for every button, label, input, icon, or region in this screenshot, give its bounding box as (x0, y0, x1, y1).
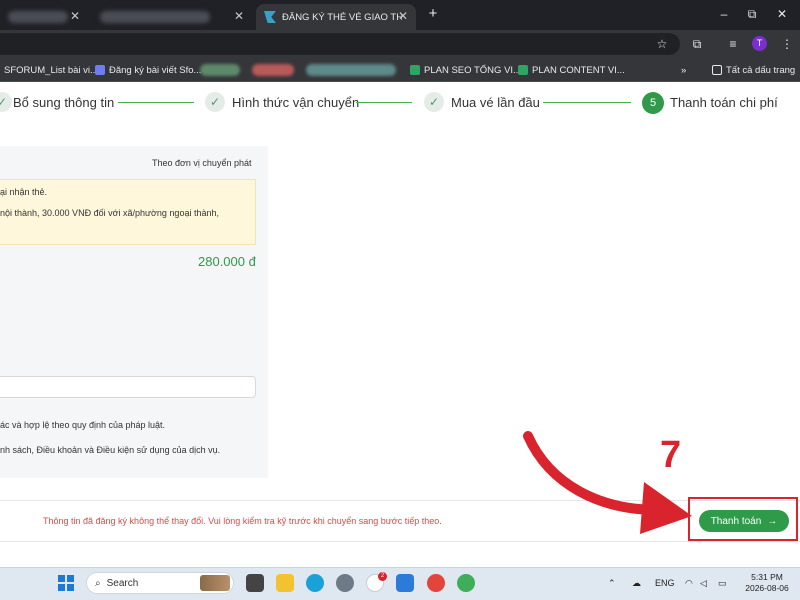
browser-tab-blurred[interactable]: ✕ (92, 4, 252, 30)
notice-line: ại nhận thẻ. (0, 187, 48, 197)
all-bookmarks-folder[interactable]: Tất cả dấu trang (712, 63, 795, 77)
blurred-bookmark[interactable] (200, 64, 240, 76)
restore-icon[interactable]: ⧉ (744, 6, 760, 22)
annotation-step-number: 7 (660, 434, 682, 476)
total-amount: 280.000 đ (198, 254, 256, 269)
close-window-icon[interactable]: ✕ (774, 6, 790, 22)
profile-avatar[interactable]: T (752, 36, 767, 51)
step-check-icon: ✓ (424, 92, 444, 112)
extensions-icon[interactable]: ⧉ (688, 35, 706, 53)
step-label-active: Thanh toán chi phí (670, 95, 778, 110)
address-bar[interactable] (0, 33, 680, 55)
blurred-bookmark[interactable] (252, 64, 294, 76)
search-highlight-image (200, 575, 230, 591)
chrome-icon[interactable] (427, 574, 445, 592)
legal-consent-text: ác và hợp lệ theo quy định của pháp luật… (0, 420, 166, 430)
blurred-tab-title (100, 11, 210, 23)
volume-icon[interactable]: ◁ (700, 578, 707, 589)
windows-start-icon[interactable] (58, 575, 74, 591)
browser-tab-blurred[interactable]: ✕ (0, 4, 88, 30)
chat-notification-badge: 2 (378, 572, 387, 581)
chrome-profile-icon[interactable] (457, 574, 475, 592)
bookmark-item[interactable]: PLAN SEO TỔNG VI... (410, 63, 521, 77)
bookmark-label: SFORUM_List bài vi... (4, 64, 98, 76)
browser-tab-strip: ✕ ✕ ĐĂNG KÝ THẺ VÉ GIAO THÔNG ✕ + – ⧉ ✕ (0, 0, 800, 30)
tab-close-icon[interactable]: ✕ (232, 9, 246, 23)
blurred-bookmark[interactable] (306, 64, 396, 76)
onedrive-icon[interactable]: ☁ (632, 578, 641, 589)
tab-close-icon[interactable]: ✕ (68, 9, 82, 23)
tray-overflow-icon[interactable]: ⌃ (608, 578, 616, 589)
step-connector (118, 102, 194, 103)
site-favicon-icon (264, 11, 276, 23)
sheets-icon (410, 65, 420, 75)
bookmarks-bar: SFORUM_List bài vi... Đăng ký bài viết S… (0, 58, 800, 82)
bookmarks-overflow-icon[interactable]: » (681, 63, 686, 77)
screen: ✕ ✕ ĐĂNG KÝ THẺ VÉ GIAO THÔNG ✕ + – ⧉ ✕ … (0, 0, 800, 600)
edge-browser-icon[interactable] (306, 574, 324, 592)
confirmation-warning: Thông tin đã đăng ký không thể thay đổi.… (43, 516, 442, 526)
notice-line: nội thành, 30.000 VNĐ đối với xã/phường … (0, 208, 219, 218)
active-tab-title: ĐĂNG KÝ THẺ VÉ GIAO THÔNG (282, 11, 402, 23)
bookmark-star-icon[interactable]: ☆ (653, 35, 671, 53)
language-indicator[interactable]: ENG (655, 578, 675, 588)
task-view-icon[interactable] (246, 574, 264, 592)
all-bookmarks-label: Tất cả dấu trang (726, 64, 796, 76)
search-placeholder: Search (106, 577, 139, 589)
bookmark-item[interactable]: PLAN CONTENT VI... (518, 63, 625, 77)
bookmark-item[interactable]: Đăng ký bài viết Sfo... (95, 63, 201, 77)
clock-date: 2026-08-06 (745, 583, 789, 593)
clock-time: 5:31 PM (751, 572, 783, 582)
step-label: Bổ sung thông tin (13, 95, 115, 110)
bookmark-label: Đăng ký bài viết Sfo... (109, 64, 202, 76)
chrome-menu-icon[interactable]: ⋮ (778, 35, 796, 53)
step-check-icon: ✓ (205, 92, 225, 112)
bookmark-label: PLAN SEO TỔNG VI... (424, 64, 521, 76)
sheets-icon (518, 65, 528, 75)
bookmark-item[interactable]: SFORUM_List bài vi... (4, 63, 98, 77)
shipping-fee-notice: ại nhận thẻ. nội thành, 30.000 VNĐ đối v… (0, 179, 256, 245)
new-tab-icon[interactable]: + (425, 6, 441, 22)
wifi-icon[interactable]: ◠ (685, 578, 693, 589)
bookmark-label: PLAN CONTENT VI... (532, 64, 625, 76)
step-connector (356, 102, 412, 103)
step-number-badge: 5 (642, 92, 664, 114)
note-input[interactable] (0, 376, 256, 398)
form-icon (95, 65, 105, 75)
step-label: Mua vé lần đầu (451, 95, 540, 110)
terms-consent-text: nh sách, Điều khoản và Điều kiện sử dụng… (0, 445, 221, 455)
pay-button[interactable]: Thanh toán → (699, 510, 789, 532)
folder-icon (712, 65, 722, 75)
step-label: Hình thức vận chuyển (232, 95, 360, 110)
store-icon[interactable] (396, 574, 414, 592)
media-control-icon[interactable]: ≡ (724, 35, 742, 53)
blurred-tab-title (8, 11, 68, 23)
arrow-right-icon: → (767, 515, 778, 527)
browser-toolbar: ☆ ⧉ ≡ ⋮ (0, 30, 800, 58)
browser-tab-active[interactable]: ĐĂNG KÝ THẺ VÉ GIAO THÔNG ✕ (256, 4, 416, 30)
minimize-icon[interactable]: – (716, 6, 732, 22)
tab-close-icon[interactable]: ✕ (396, 9, 410, 23)
pay-button-label: Thanh toán (710, 515, 762, 527)
file-explorer-icon[interactable] (276, 574, 294, 592)
settings-gear-icon[interactable] (336, 574, 354, 592)
delivery-method-label: Theo đơn vị chuyển phát (152, 158, 252, 168)
system-clock[interactable]: 5:31 PM 2026-08-06 (742, 572, 792, 594)
battery-icon[interactable]: ▭ (718, 578, 727, 589)
search-icon: ⌕ (95, 577, 101, 589)
step-connector (543, 102, 631, 103)
